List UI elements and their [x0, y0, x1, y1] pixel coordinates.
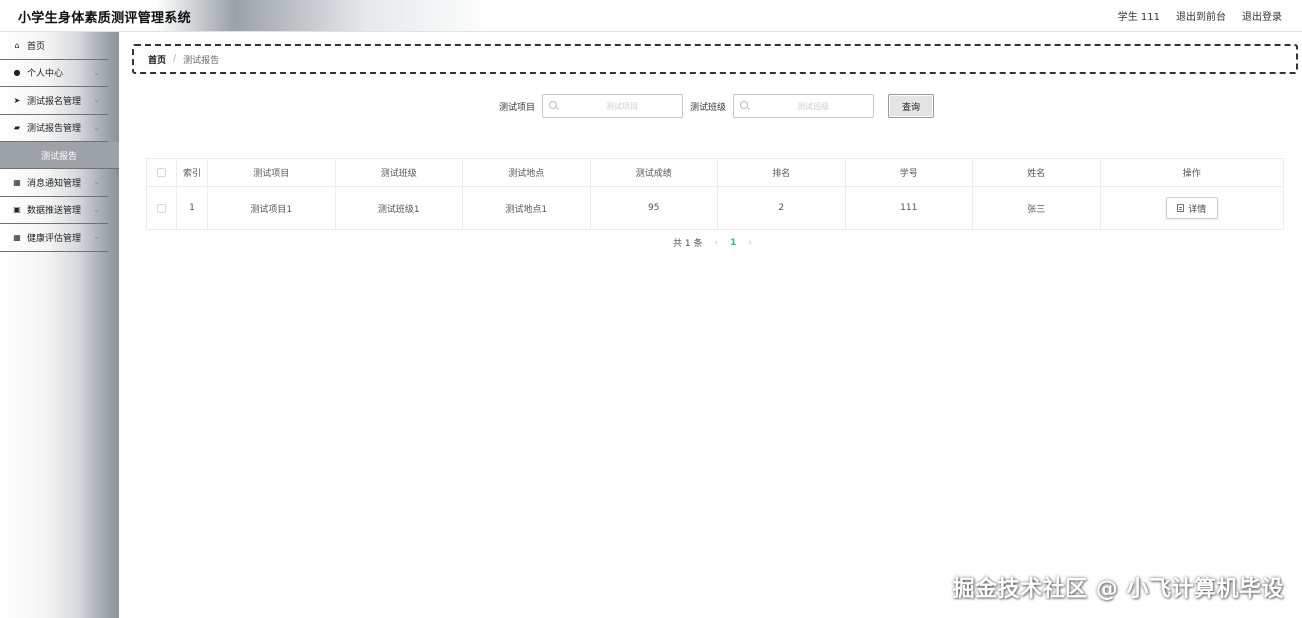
current-user-label: 学生 111 — [1117, 12, 1160, 23]
test-item-label: 测试项目 — [499, 102, 536, 113]
app-title: 小学生身体素质测评管理系统 — [18, 11, 191, 26]
sidebar-item-test-registration[interactable]: ➤ 测试报名管理 ⌄ — [0, 87, 108, 115]
test-item-input[interactable] — [563, 95, 682, 117]
sidebar-item-label: 数据推送管理 — [27, 206, 82, 217]
cell-test-location: 测试地点1 — [463, 187, 591, 229]
test-class-label: 测试班级 — [690, 102, 727, 113]
home-icon: ⌂ — [14, 40, 20, 50]
search-icon — [740, 101, 749, 109]
chevron-down-icon: ⌄ — [93, 67, 100, 77]
breadcrumb-separator: / — [173, 54, 177, 64]
exit-to-frontend-link[interactable]: 退出到前台 — [1176, 8, 1226, 23]
row-select-cell — [147, 187, 177, 229]
document-icon — [1177, 204, 1185, 212]
cell-test-class: 测试班级1 — [336, 187, 463, 229]
chevron-down-icon: ⌄ — [93, 232, 100, 241]
grid-icon: ▦ — [13, 232, 21, 242]
page-number-button[interactable]: 1 — [730, 238, 736, 248]
cell-score: 95 — [591, 187, 718, 229]
grid-icon: ▦ — [13, 177, 21, 187]
breadcrumb: 首页 / 测试报告 — [132, 44, 1298, 74]
header-actions: 学生 111 退出到前台 退出登录 — [1118, 8, 1282, 23]
breadcrumb-home-link[interactable]: 首页 — [148, 53, 166, 66]
sidebar-item-personal-center[interactable]: ● 个人中心 ⌄ — [0, 60, 108, 87]
watermark: 掘金技术社区 @ 小飞计算机毕设 — [952, 577, 1284, 602]
sidebar-item-home[interactable]: ⌂ 首页 — [0, 32, 108, 60]
sidebar-item-label: 测试报告管理 — [27, 124, 82, 135]
logout-link[interactable]: 退出登录 — [1242, 8, 1282, 23]
select-all-cell — [147, 159, 177, 186]
sidebar-item-test-report-management[interactable]: ▰ 测试报告管理 ⌄ — [0, 115, 108, 142]
chevron-down-icon: ⌄ — [93, 95, 100, 104]
test-class-input[interactable] — [754, 95, 873, 117]
send-icon: ➤ — [13, 95, 21, 105]
sidebar-menu: ⌂ 首页 ● 个人中心 ⌄ ➤ 测试报名管理 ⌄ ▰ 测试报告管理 ⌄ 测试报告… — [0, 32, 119, 252]
cell-student-id: 111 — [846, 187, 973, 229]
column-header: 测试班级 — [336, 159, 463, 186]
sidebar-item-label: 首页 — [27, 41, 46, 52]
search-form: 测试项目 测试班级 查询 — [499, 94, 935, 118]
column-header: 排名 — [718, 159, 846, 186]
row-checkbox[interactable] — [157, 203, 166, 213]
user-icon: ● — [13, 68, 21, 78]
cell-name: 张三 — [973, 187, 1101, 229]
sidebar-subitem-test-report[interactable]: 测试报告 — [0, 142, 119, 169]
cell-rank: 2 — [718, 187, 846, 229]
table-row: 1 测试项目1 测试班级1 测试地点1 95 2 111 张三 详情 — [147, 187, 1283, 229]
pagination-total: 共 1 条 — [673, 239, 703, 249]
test-class-search-field[interactable] — [733, 94, 875, 118]
cell-test-item: 测试项目1 — [208, 187, 336, 229]
breadcrumb-current: 测试报告 — [183, 55, 220, 66]
sidebar-item-label: 个人中心 — [27, 69, 64, 80]
column-header: 姓名 — [973, 159, 1101, 186]
chevron-down-icon: ⌄ — [93, 177, 100, 186]
chevron-down-icon: ⌄ — [93, 122, 100, 132]
column-header: 测试地点 — [463, 159, 591, 186]
sidebar-item-message-notification[interactable]: ▦ 消息通知管理 ⌄ — [0, 169, 108, 197]
search-icon — [549, 101, 558, 109]
query-button[interactable]: 查询 — [888, 94, 935, 118]
column-header: 测试项目 — [208, 159, 336, 186]
column-header: 测试成绩 — [591, 159, 718, 186]
cell-actions: 详情 — [1101, 187, 1284, 229]
report-table: 索引 测试项目 测试班级 测试地点 测试成绩 排名 学号 姓名 操作 1 测试项… — [146, 158, 1284, 230]
prev-page-button[interactable]: ‹ — [714, 238, 718, 248]
briefcase-icon: ▣ — [13, 205, 21, 215]
column-header: 索引 — [177, 159, 208, 186]
sidebar-subitem-label: 测试报告 — [41, 151, 78, 162]
sidebar-item-label: 消息通知管理 — [27, 178, 82, 189]
sidebar-item-data-push[interactable]: ▣ 数据推送管理 ⌄ — [0, 197, 108, 224]
select-all-checkbox[interactable] — [157, 168, 166, 177]
test-item-search-field[interactable] — [542, 94, 684, 118]
sidebar-item-health-assessment[interactable]: ▦ 健康评估管理 ⌄ — [0, 224, 108, 252]
car-icon: ▰ — [13, 123, 21, 133]
detail-button[interactable]: 详情 — [1165, 197, 1218, 219]
column-header: 学号 — [846, 159, 973, 186]
sidebar-item-label: 测试报名管理 — [27, 96, 82, 107]
column-header: 操作 — [1182, 169, 1201, 179]
table-header-row: 索引 测试项目 测试班级 测试地点 测试成绩 排名 学号 姓名 操作 — [147, 159, 1283, 187]
pagination: 共 1 条 ‹ 1 › — [673, 236, 752, 250]
sidebar: ⌂ 首页 ● 个人中心 ⌄ ➤ 测试报名管理 ⌄ ▰ 测试报告管理 ⌄ 测试报告… — [0, 32, 119, 618]
sidebar-item-label: 健康评估管理 — [27, 233, 82, 244]
detail-button-label: 详情 — [1188, 204, 1207, 215]
top-header: 小学生身体素质测评管理系统 学生 111 退出到前台 退出登录 — [0, 0, 1302, 32]
chevron-down-icon: ⌄ — [93, 204, 100, 214]
next-page-button[interactable]: › — [748, 238, 752, 248]
cell-index: 1 — [177, 187, 208, 229]
